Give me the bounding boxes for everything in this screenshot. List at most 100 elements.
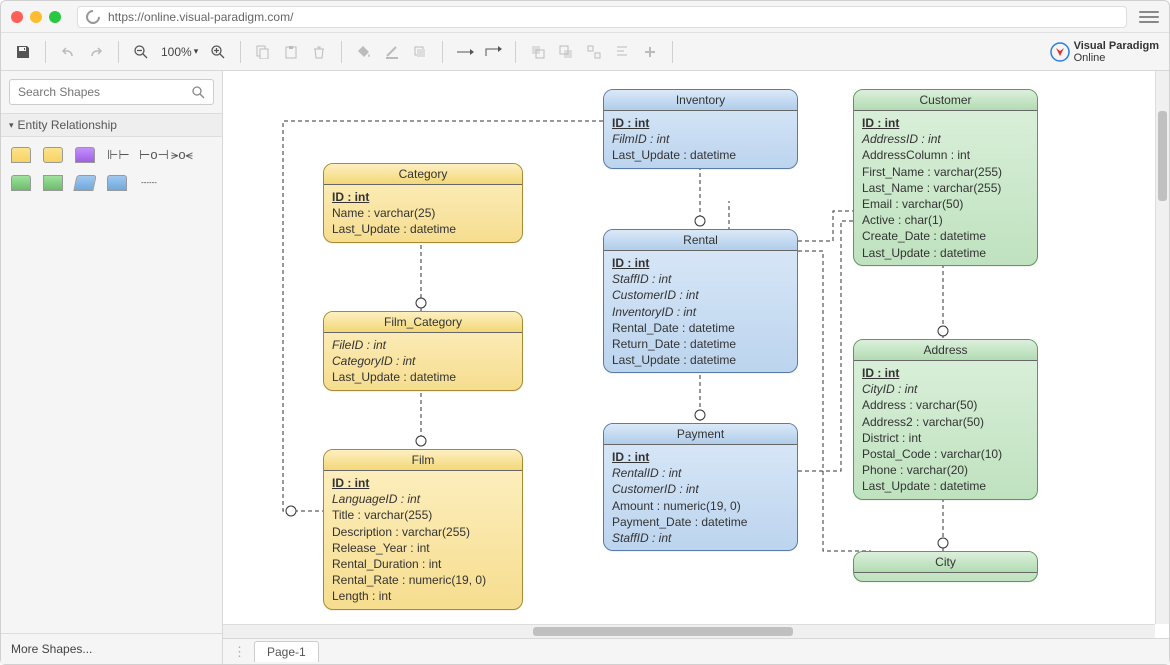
paste-icon[interactable] bbox=[279, 40, 303, 64]
palette-relation-3[interactable]: ⪫o⪪ bbox=[171, 147, 191, 163]
palette-relation-2[interactable]: ⊢o⊣ bbox=[139, 147, 159, 163]
entity-attribute: Active : char(1) bbox=[862, 212, 1029, 228]
entity-attribute: FilmID : int bbox=[612, 131, 789, 147]
entity-attribute: Last_Update : datetime bbox=[862, 478, 1029, 494]
entity-attribute: ID : int bbox=[612, 115, 789, 131]
refresh-icon[interactable] bbox=[83, 7, 103, 27]
entity-attribute: CategoryID : int bbox=[332, 353, 514, 369]
entity-attribute: ID : int bbox=[862, 365, 1029, 381]
zoom-level[interactable]: 100%▾ bbox=[157, 45, 202, 59]
window-controls bbox=[11, 11, 61, 23]
url-bar[interactable]: https://online.visual-paradigm.com/ bbox=[77, 6, 1127, 28]
tab-drag-handle-icon[interactable]: ⋮ bbox=[233, 644, 246, 660]
entity-attribute: Description : varchar(255) bbox=[332, 524, 514, 540]
delete-icon[interactable] bbox=[307, 40, 331, 64]
entity-attribute: InventoryID : int bbox=[612, 304, 789, 320]
entity-attribute: Title : varchar(255) bbox=[332, 507, 514, 523]
entity-attribute: ID : int bbox=[612, 255, 789, 271]
entity-attribute: Last_Update : datetime bbox=[612, 147, 789, 163]
entity-attribute: CityID : int bbox=[862, 381, 1029, 397]
canvas[interactable]: Category ID : intName : varchar(25)Last_… bbox=[223, 71, 1169, 638]
entity-attribute: FileID : int bbox=[332, 337, 514, 353]
entity-film-category[interactable]: Film_Category FileID : intCategoryID : i… bbox=[323, 311, 523, 391]
palette-entity-blue[interactable] bbox=[107, 175, 127, 191]
entity-address[interactable]: Address ID : intCityID : intAddress : va… bbox=[853, 339, 1038, 500]
entity-attribute: ID : int bbox=[332, 475, 514, 491]
search-icon bbox=[191, 85, 205, 99]
shape-palette: ⊩⊢ ⊢o⊣ ⪫o⪪ ┄┄ bbox=[1, 137, 222, 201]
to-back-icon[interactable] bbox=[554, 40, 578, 64]
align-icon[interactable] bbox=[610, 40, 634, 64]
connector-orthogonal-icon[interactable] bbox=[481, 40, 505, 64]
fill-color-icon[interactable] bbox=[352, 40, 376, 64]
scrollbar-thumb[interactable] bbox=[1158, 111, 1167, 201]
entity-attribute: Amount : numeric(19, 0) bbox=[612, 498, 789, 514]
toolbar: 100%▾ Visual ParadigmOnline bbox=[1, 33, 1169, 71]
to-front-icon[interactable] bbox=[526, 40, 550, 64]
palette-dashed-line[interactable]: ┄┄ bbox=[139, 175, 159, 191]
entity-customer[interactable]: Customer ID : intAddressID : intAddressC… bbox=[853, 89, 1038, 266]
palette-relation-1[interactable]: ⊩⊢ bbox=[107, 147, 127, 163]
zoom-out-icon[interactable] bbox=[129, 40, 153, 64]
entity-attribute: Last_Update : datetime bbox=[332, 221, 514, 237]
add-icon[interactable] bbox=[638, 40, 662, 64]
entity-attribute: AddressID : int bbox=[862, 131, 1029, 147]
entity-attribute: Length : int bbox=[332, 588, 514, 604]
maximize-window-icon[interactable] bbox=[49, 11, 61, 23]
hamburger-menu-icon[interactable] bbox=[1139, 7, 1159, 27]
titlebar: https://online.visual-paradigm.com/ bbox=[1, 1, 1169, 33]
entity-attribute: CustomerID : int bbox=[612, 481, 789, 497]
entity-attribute: Return_Date : datetime bbox=[612, 336, 789, 352]
palette-entity-purple[interactable] bbox=[75, 147, 95, 163]
connector-straight-icon[interactable] bbox=[453, 40, 477, 64]
scrollbar-thumb[interactable] bbox=[533, 627, 793, 636]
entity-attribute: Phone : varchar(20) bbox=[862, 462, 1029, 478]
entity-attribute: Last_Name : varchar(255) bbox=[862, 180, 1029, 196]
entity-inventory[interactable]: Inventory ID : intFilmID : intLast_Updat… bbox=[603, 89, 798, 169]
palette-entity-yellow[interactable] bbox=[11, 147, 31, 163]
undo-icon[interactable] bbox=[56, 40, 80, 64]
save-icon[interactable] bbox=[11, 40, 35, 64]
entity-rental[interactable]: Rental ID : intStaffID : intCustomerID :… bbox=[603, 229, 798, 373]
minimize-window-icon[interactable] bbox=[30, 11, 42, 23]
palette-entity-blue-skew[interactable] bbox=[73, 175, 96, 191]
entity-attribute: RentalID : int bbox=[612, 465, 789, 481]
entity-film[interactable]: Film ID : intLanguageID : intTitle : var… bbox=[323, 449, 523, 610]
redo-icon[interactable] bbox=[84, 40, 108, 64]
entity-category[interactable]: Category ID : intName : varchar(25)Last_… bbox=[323, 163, 523, 243]
entity-attribute: ID : int bbox=[612, 449, 789, 465]
horizontal-scrollbar[interactable] bbox=[223, 624, 1155, 638]
copy-icon[interactable] bbox=[251, 40, 275, 64]
group-icon[interactable] bbox=[582, 40, 606, 64]
palette-entity-green-alt[interactable] bbox=[43, 175, 63, 191]
entity-city[interactable]: City bbox=[853, 551, 1038, 582]
zoom-in-icon[interactable] bbox=[206, 40, 230, 64]
search-shapes-input[interactable] bbox=[9, 79, 214, 105]
entity-payment[interactable]: Payment ID : intRentalID : intCustomerID… bbox=[603, 423, 798, 551]
tab-page-1[interactable]: Page-1 bbox=[254, 641, 319, 662]
canvas-region: Category ID : intName : varchar(25)Last_… bbox=[223, 71, 1169, 664]
vp-logo-icon bbox=[1050, 42, 1070, 62]
more-shapes-button[interactable]: More Shapes... bbox=[1, 633, 222, 664]
product-logo: Visual ParadigmOnline bbox=[1050, 40, 1159, 64]
entity-attribute: LanguageID : int bbox=[332, 491, 514, 507]
close-window-icon[interactable] bbox=[11, 11, 23, 23]
entity-attribute: Rental_Rate : numeric(19, 0) bbox=[332, 572, 514, 588]
palette-entity-green[interactable] bbox=[11, 175, 31, 191]
entity-attribute: Name : varchar(25) bbox=[332, 205, 514, 221]
shadow-icon[interactable] bbox=[408, 40, 432, 64]
line-color-icon[interactable] bbox=[380, 40, 404, 64]
entity-attribute: Address2 : varchar(50) bbox=[862, 414, 1029, 430]
entity-attribute: CustomerID : int bbox=[612, 287, 789, 303]
entity-attribute: Rental_Duration : int bbox=[332, 556, 514, 572]
palette-section-header[interactable]: ▾Entity Relationship bbox=[1, 113, 222, 137]
entity-attribute: Payment_Date : datetime bbox=[612, 514, 789, 530]
entity-attribute: Release_Year : int bbox=[332, 540, 514, 556]
vertical-scrollbar[interactable] bbox=[1155, 71, 1169, 624]
palette-entity-yellow-alt[interactable] bbox=[43, 147, 63, 163]
entity-title: Category bbox=[324, 164, 522, 185]
entity-attribute: Rental_Date : datetime bbox=[612, 320, 789, 336]
entity-attribute: Last_Update : datetime bbox=[332, 369, 514, 385]
entity-attribute: Last_Update : datetime bbox=[612, 352, 789, 368]
main-area: ▾Entity Relationship ⊩⊢ ⊢o⊣ ⪫o⪪ ┄┄ More … bbox=[1, 71, 1169, 664]
